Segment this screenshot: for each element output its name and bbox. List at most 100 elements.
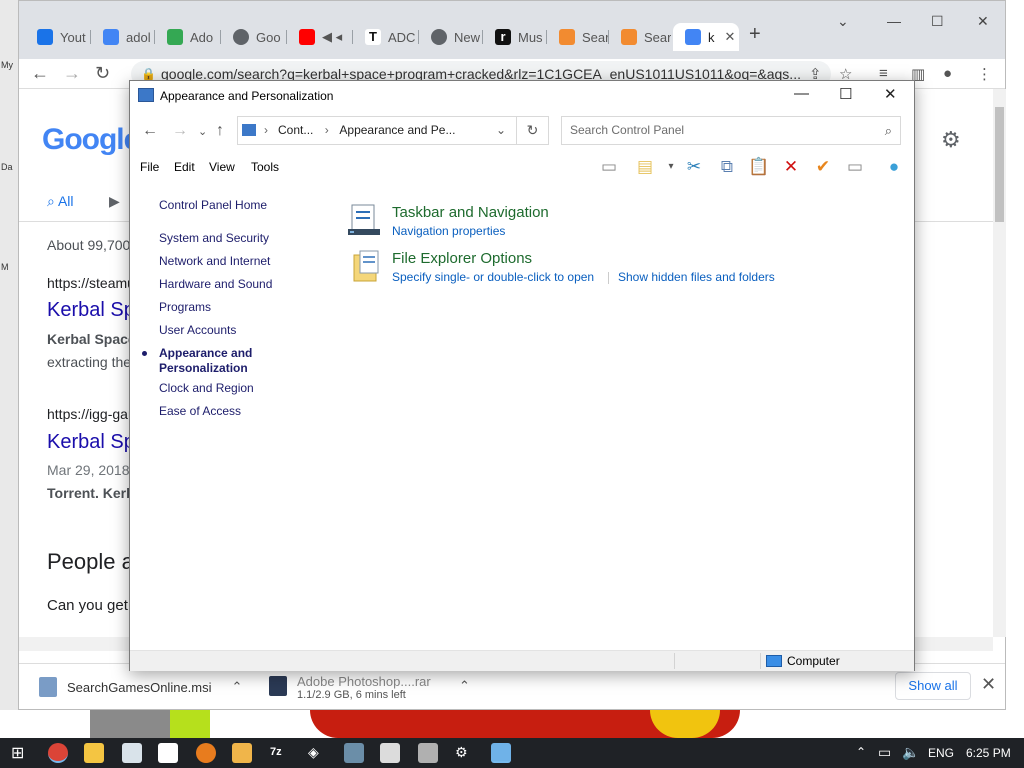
refresh-icon[interactable]: ↻ [517,116,549,145]
control-panel-taskbar-icon[interactable] [491,743,511,763]
show-hidden-icons-chevron-icon[interactable]: ⌃ [856,745,866,759]
browser-tab[interactable]: New [419,23,483,51]
browser-tab[interactable]: Goo [221,23,287,51]
globe-icon[interactable]: ● [883,157,905,177]
close-downloads-icon[interactable]: ✕ [981,674,996,695]
sidebar-item-ease-of-access[interactable]: Ease of Access [159,404,241,418]
tab-videos[interactable]: ▶ [109,193,120,210]
category-link[interactable]: Show hidden files and folders [618,270,775,284]
browser-tab-active[interactable]: k ✕ [673,23,739,51]
forward-icon[interactable]: → [172,122,188,140]
gear-icon[interactable]: ⚙ [941,127,961,153]
horizontal-scrollbar[interactable] [130,643,914,649]
browser-tab[interactable]: Sear [609,23,671,51]
google-logo[interactable]: Google [42,123,140,157]
sidebar-item-appearance-personalization[interactable]: Appearance and Personalization [159,346,252,376]
rename-icon[interactable]: ▭ [844,157,866,177]
menu-edit[interactable]: Edit [174,160,195,174]
chrome-taskbar-icon[interactable] [48,743,68,763]
language-indicator[interactable]: ENG [928,746,954,760]
browser-tab[interactable]: ◀ ◂ [287,23,353,51]
reload-icon[interactable]: ↻ [95,63,110,84]
back-icon[interactable]: ← [142,122,158,140]
result-url[interactable]: https://igg-gar [47,406,133,422]
new-tab-icon[interactable]: + [749,23,761,46]
category-title[interactable]: File Explorer Options [392,250,532,267]
search-input[interactable]: Search Control Panel ⌕ [561,116,901,145]
chevron-down-icon[interactable]: ⌄ [496,117,506,144]
result-title[interactable]: Kerbal Sp [47,299,135,322]
forward-icon[interactable]: → [63,63,81,84]
copy-icon[interactable]: ⧉ [716,157,738,177]
browser-tab[interactable]: Sear [547,23,609,51]
app-icon[interactable] [418,743,438,763]
breadcrumb[interactable]: › Cont... › Appearance and Pe... ⌄ [237,116,517,145]
result-snippet: extracting the [47,354,132,370]
sidebar-item-control-panel-home[interactable]: Control Panel Home [159,198,267,212]
folder-options-icon[interactable]: ▤ [634,157,656,177]
app-icon[interactable] [344,743,364,763]
result-title[interactable]: Kerbal Sp [47,431,135,454]
file-explorer-icon[interactable] [84,743,104,763]
menu-view[interactable]: View [209,160,235,174]
result-url[interactable]: https://steamu [47,275,135,291]
maximize-icon[interactable]: ☐ [839,85,852,103]
menu-tools[interactable]: Tools [251,160,279,174]
sidebar-item-hardware-sound[interactable]: Hardware and Sound [159,277,272,291]
app-icon[interactable] [380,743,400,763]
close-icon[interactable]: ✕ [884,85,897,103]
title-bar[interactable]: Appearance and Personalization — ☐ ✕ [130,81,914,111]
sidebar-item-clock-region[interactable]: Clock and Region [159,381,254,395]
browser-tab[interactable]: adol [91,23,155,51]
category-title[interactable]: Taskbar and Navigation [392,204,549,221]
delete-icon[interactable]: ✕ [780,157,802,177]
app-icon[interactable] [196,743,216,763]
profile-avatar-icon[interactable]: ● [943,65,952,82]
tab-search-icon[interactable]: ⌄ [837,13,849,30]
clock[interactable]: 6:25 PM [966,746,1011,760]
back-icon[interactable]: ← [31,63,49,84]
menu-file[interactable]: File [140,160,159,174]
menu-kebab-icon[interactable]: ⋮ [977,65,992,83]
photos-icon[interactable] [158,743,178,763]
minimize-icon[interactable]: — [887,13,901,29]
chevron-up-icon[interactable]: ⌃ [459,678,470,694]
vertical-scrollbar[interactable] [993,89,1006,637]
browser-tab[interactable]: Ado [155,23,221,51]
question-item[interactable]: Can you get [47,597,128,614]
volume-icon[interactable]: 🔈 [902,744,919,761]
7zip-icon[interactable]: 7z [270,746,282,758]
paste-icon[interactable]: 📋 [748,157,770,177]
windows-start-icon[interactable]: ⊞ [11,743,24,763]
browser-tab[interactable]: T ADC [353,23,419,51]
browser-tab[interactable]: r Mus [483,23,547,51]
security-shield-icon[interactable]: ◈ [308,744,319,761]
sidebar-item-network-internet[interactable]: Network and Internet [159,254,270,268]
browser-tab[interactable]: Yout [25,23,91,51]
preview-pane-icon[interactable]: ▭ [598,157,620,177]
chevron-up-icon[interactable]: ⌃ [232,679,243,695]
installer-icon [39,677,57,697]
chevron-down-icon[interactable]: ▾ [660,157,682,177]
sidebar-item-user-accounts[interactable]: User Accounts [159,323,236,337]
close-icon[interactable]: ✕ [977,13,989,30]
checkmark-icon[interactable]: ✔ [812,157,834,177]
recent-locations-icon[interactable]: ⌄ [198,125,207,138]
breadcrumb-item[interactable]: Cont... [278,123,313,137]
maximize-icon[interactable]: ☐ [931,13,944,30]
breadcrumb-item[interactable]: Appearance and Pe... [339,123,455,137]
app-icon[interactable] [232,743,252,763]
minimize-icon[interactable]: — [794,85,809,102]
show-all-button[interactable]: Show all [895,672,971,700]
category-link[interactable]: Specify single- or double-click to open [392,270,594,284]
network-icon[interactable]: ▭ [878,744,891,761]
tab-all[interactable]: ⌕ All [47,193,74,210]
notepad-icon[interactable] [122,743,142,763]
sidebar-item-system-security[interactable]: System and Security [159,231,269,245]
sidebar-item-programs[interactable]: Programs [159,300,211,314]
tab-close-icon[interactable]: ✕ [725,29,736,45]
cut-icon[interactable]: ✂ [683,157,705,177]
settings-gear-icon[interactable]: ⚙ [455,744,468,761]
up-icon[interactable]: ↑ [216,122,224,140]
category-link[interactable]: Navigation properties [392,224,505,238]
